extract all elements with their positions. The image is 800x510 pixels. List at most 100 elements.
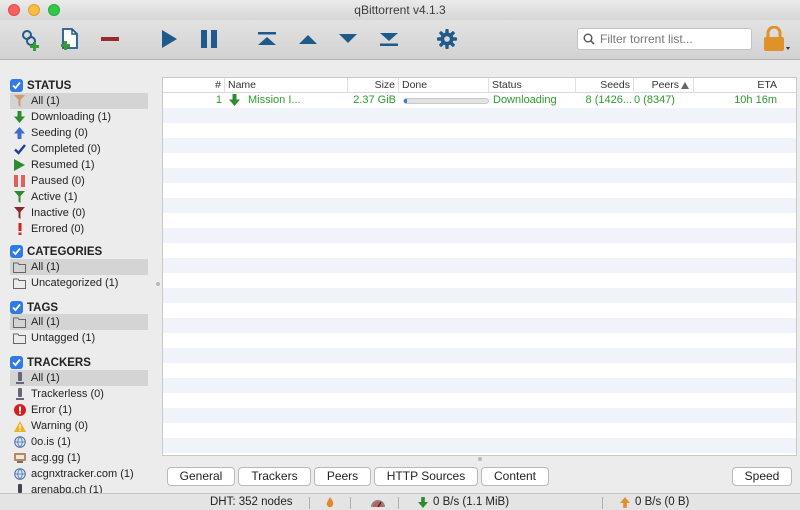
filter-search-field[interactable] [577,28,752,50]
pause-icon [201,30,217,48]
checkmark-icon [12,247,21,256]
status-item-inactive[interactable]: Inactive (0) [10,205,148,221]
categories-checkbox[interactable] [10,245,23,258]
tracker-item-warning[interactable]: Warning (0) [10,418,148,434]
add-torrent-link-button[interactable] [17,26,43,52]
toolbar [0,20,800,60]
close-window-button[interactable] [8,4,20,16]
status-heading: STATUS [27,79,72,92]
row-name: Mission I... [248,94,301,106]
tab-trackers[interactable]: Trackers [238,467,311,486]
tracker-item-error[interactable]: Error (1) [10,402,148,418]
tracker-item-0o-is[interactable]: 0o.is (1) [10,434,148,450]
exclamation-icon [18,223,21,235]
sidebar-item-label: All (1) [31,316,60,328]
status-checkbox[interactable] [10,79,23,92]
tab-content[interactable]: Content [481,467,549,486]
move-down-button[interactable] [335,26,361,52]
flame-icon [326,496,334,507]
move-bottom-button[interactable] [376,26,402,52]
tags-heading: TAGS [27,301,59,314]
row-done-progress [403,98,489,104]
row-num: 1 [215,94,222,106]
filter-input[interactable] [600,32,740,46]
window-title: qBittorrent v4.1.3 [354,3,446,17]
sidebar-item-label: Paused (0) [31,175,85,187]
site-favicon-icon [13,453,26,463]
dht-status: DHT: 352 nodes [210,496,293,508]
trackers-checkbox[interactable] [10,356,23,369]
status-item-all[interactable]: All (1) [10,93,148,109]
column-header-status[interactable]: Status [489,78,576,93]
download-arrow-icon [418,497,428,508]
move-top-button[interactable] [254,26,280,52]
column-header-done[interactable]: Done [399,78,489,93]
add-file-icon [61,28,78,50]
tracker-item-acg-gg[interactable]: acg.gg (1) [10,450,148,466]
sidebar-item-label: arenabg.ch (1) [31,484,103,493]
tracker-icon [17,483,22,493]
resume-button[interactable] [156,26,182,52]
category-item-uncategorized[interactable]: Uncategorized (1) [10,275,148,291]
sidebar-item-label: All (1) [31,95,60,107]
tab-speed[interactable]: Speed [732,467,792,486]
filter-green-icon [14,191,25,203]
status-item-active[interactable]: Active (1) [10,189,148,205]
sidebar-item-label: Inactive (0) [31,207,86,219]
column-header-num[interactable]: # [163,78,225,93]
sidebar-item-label: Resumed (1) [31,159,95,171]
tags-section-header[interactable]: TAGS [10,300,58,315]
tag-item-untagged[interactable]: Untagged (1) [10,330,148,346]
column-header-seeds[interactable]: Seeds [576,78,634,93]
sidebar-item-label: All (1) [31,261,60,273]
speed-limit-button[interactable] [370,494,386,510]
status-item-seeding[interactable]: Seeding (0) [10,125,148,141]
move-up-button[interactable] [295,26,321,52]
filter-icon [14,95,25,107]
lock-icon [764,26,790,51]
window-controls [8,4,60,16]
tags-checkbox[interactable] [10,301,23,314]
panel-splitter-handle[interactable] [478,457,482,461]
downloading-status-icon [229,94,243,109]
column-header-size[interactable]: Size [348,78,399,93]
zoom-window-button[interactable] [48,4,60,16]
sidebar-item-label: acg.gg (1) [31,452,81,464]
sidebar-splitter-handle[interactable] [156,282,160,286]
categories-heading: CATEGORIES [27,245,103,258]
tab-general[interactable]: General [167,467,235,486]
tracker-item-all[interactable]: All (1) [10,370,148,386]
tab-peers[interactable]: Peers [314,467,371,486]
pause-button[interactable] [196,26,222,52]
tracker-item-trackerless[interactable]: Trackerless (0) [10,386,148,402]
connection-status-button[interactable] [326,494,334,510]
row-eta: 10h 16m [734,94,777,106]
move-top-icon [258,32,276,45]
status-item-completed[interactable]: Completed (0) [10,141,148,157]
category-item-all[interactable]: All (1) [10,259,148,275]
tag-item-all[interactable]: All (1) [10,314,148,330]
add-torrent-file-button[interactable] [57,26,83,52]
column-header-peers[interactable]: Peers [634,78,694,93]
error-icon [13,404,26,416]
status-item-errored[interactable]: Errored (0) [10,221,148,237]
table-header: # Name Size Done Status Seeds Peers ETA [163,78,796,93]
tab-http-sources[interactable]: HTTP Sources [374,467,478,486]
download-speed-label: 0 B/s (1.1 MiB) [433,496,510,508]
column-header-name[interactable]: Name [225,78,348,93]
status-item-resumed[interactable]: Resumed (1) [10,157,148,173]
categories-section-header[interactable]: CATEGORIES [10,244,102,259]
delete-button[interactable] [97,26,123,52]
trackers-section-header[interactable]: TRACKERS [10,355,91,370]
tracker-item-arenabg[interactable]: arenabg.ch (1) [10,482,148,493]
status-item-downloading[interactable]: Downloading (1) [10,109,148,125]
progress-fill [404,99,408,103]
lock-button[interactable] [761,26,791,52]
status-item-paused[interactable]: Paused (0) [10,173,148,189]
status-section-header[interactable]: STATUS [10,78,71,93]
options-button[interactable] [434,26,460,52]
table-row[interactable]: 1 Mission I... 2.37 GiB Downloading 8 (1… [163,93,796,109]
tracker-item-acgnxtracker[interactable]: acgnxtracker.com (1) [10,466,148,482]
column-header-eta[interactable]: ETA [694,78,780,93]
minimize-window-button[interactable] [28,4,40,16]
